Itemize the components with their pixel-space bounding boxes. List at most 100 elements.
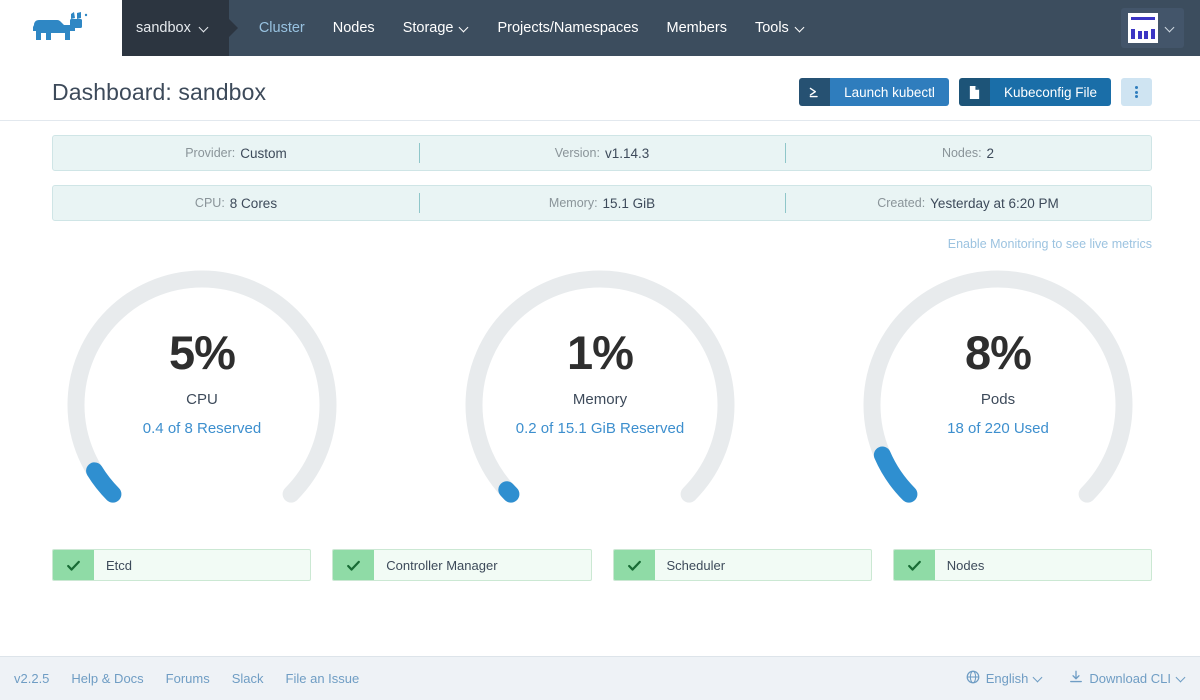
cluster-switcher-label: sandbox: [136, 20, 191, 36]
check-icon: [614, 550, 655, 580]
gauge-pods: 8% Pods 18 of 220 Used: [848, 257, 1148, 519]
download-icon: [1069, 670, 1083, 687]
info-key: Provider:: [185, 146, 235, 160]
gauge-cpu-readout: 5% CPU 0.4 of 8 Reserved: [52, 329, 352, 437]
info-value: Custom: [240, 146, 287, 161]
user-menu[interactable]: [1121, 8, 1184, 48]
gauge-cpu: 5% CPU 0.4 of 8 Reserved: [52, 257, 352, 519]
kubeconfig-file-button[interactable]: Kubeconfig File: [959, 78, 1111, 106]
gauge-label: CPU: [52, 391, 352, 408]
footer-link-file-an-issue[interactable]: File an Issue: [286, 671, 360, 686]
gauge-memory-readout: 1% Memory 0.2 of 15.1 GiB Reserved: [450, 329, 750, 437]
nav-item-label: Tools: [755, 20, 789, 36]
header-actions: Launch kubectl Kubeconfig File: [799, 78, 1152, 106]
footer: v2.2.5 Help & Docs Forums Slack File an …: [0, 656, 1200, 700]
page-header: Dashboard: sandbox Launch kubectl: [0, 56, 1200, 121]
launch-kubectl-label: Launch kubectl: [830, 78, 949, 106]
gauge-label: Pods: [848, 391, 1148, 408]
chevron-down-icon: [796, 24, 805, 33]
nav-item-cluster[interactable]: Cluster: [245, 0, 319, 56]
footer-right-controls: English Download CLI: [966, 670, 1186, 687]
info-value: v1.14.3: [605, 146, 649, 161]
user-avatar-identicon-icon: [1128, 13, 1158, 43]
launch-kubectl-button[interactable]: Launch kubectl: [799, 78, 949, 106]
info-key: Created:: [877, 196, 925, 210]
resource-gauges: 5% CPU 0.4 of 8 Reserved 1% Memory 0.2 o…: [0, 251, 1200, 519]
top-navigation-bar: sandbox Cluster Nodes Storage Projects/N…: [0, 0, 1200, 56]
gauge-subtext: 0.2 of 15.1 GiB Reserved: [450, 420, 750, 437]
chevron-down-icon: [460, 24, 469, 33]
check-icon: [894, 550, 935, 580]
nav-item-label: Cluster: [259, 20, 305, 36]
info-value: 15.1 GiB: [603, 196, 656, 211]
info-key: Nodes:: [942, 146, 982, 160]
primary-nav-items: Cluster Nodes Storage Projects/Namespace…: [245, 0, 819, 56]
info-key: CPU:: [195, 196, 225, 210]
info-cell-nodes: Nodes: 2: [785, 136, 1151, 170]
chevron-down-icon: [200, 24, 209, 33]
component-name: Etcd: [94, 550, 132, 580]
check-icon: [53, 550, 94, 580]
nav-item-label: Members: [667, 20, 727, 36]
chevron-down-icon: [1177, 674, 1186, 683]
download-cli-label: Download CLI: [1089, 671, 1171, 686]
gauge-subtext: 0.4 of 8 Reserved: [52, 420, 352, 437]
nav-item-projects-namespaces[interactable]: Projects/Namespaces: [483, 0, 652, 56]
globe-icon: [966, 670, 980, 687]
vertical-ellipsis-icon[interactable]: [1121, 78, 1152, 106]
footer-left-links: v2.2.5 Help & Docs Forums Slack File an …: [14, 671, 359, 686]
component-name: Scheduler: [655, 550, 726, 580]
footer-link-forums[interactable]: Forums: [166, 671, 210, 686]
info-cell-provider: Provider: Custom: [53, 136, 419, 170]
footer-link-slack[interactable]: Slack: [232, 671, 264, 686]
chevron-down-icon: [1166, 24, 1175, 33]
gauge-percent: 5%: [52, 329, 352, 376]
check-icon: [333, 550, 374, 580]
info-cell-version: Version: v1.14.3: [419, 136, 785, 170]
cluster-info-row-2: CPU: 8 Cores Memory: 15.1 GiB Created: Y…: [52, 185, 1152, 221]
enable-monitoring-link[interactable]: Enable Monitoring to see live metrics: [948, 237, 1152, 251]
download-cli-link[interactable]: Download CLI: [1069, 670, 1186, 687]
info-cell-created: Created: Yesterday at 6:20 PM: [785, 186, 1151, 220]
info-cell-memory: Memory: 15.1 GiB: [419, 186, 785, 220]
info-value: Yesterday at 6:20 PM: [930, 196, 1059, 211]
nav-right-zone: [1121, 0, 1200, 56]
gauge-subtext: 18 of 220 Used: [848, 420, 1148, 437]
rancher-dashboard-page: sandbox Cluster Nodes Storage Projects/N…: [0, 0, 1200, 700]
gauge-percent: 8%: [848, 329, 1148, 376]
nav-item-nodes[interactable]: Nodes: [319, 0, 389, 56]
terminal-prompt-icon: [799, 78, 830, 106]
info-key: Version:: [555, 146, 600, 160]
cluster-switcher[interactable]: sandbox: [122, 0, 229, 56]
component-status-list: Etcd Controller Manager Scheduler: [0, 549, 1200, 581]
nav-item-label: Storage: [403, 20, 454, 36]
logo-zone: [0, 0, 122, 56]
component-name: Controller Manager: [374, 550, 497, 580]
component-status-controller-manager[interactable]: Controller Manager: [332, 549, 591, 581]
monitoring-row: Enable Monitoring to see live metrics: [0, 235, 1200, 251]
info-key: Memory:: [549, 196, 598, 210]
nav-item-tools[interactable]: Tools: [741, 0, 819, 56]
gauge-percent: 1%: [450, 329, 750, 376]
cluster-info-bars: Provider: Custom Version: v1.14.3 Nodes:…: [0, 121, 1200, 235]
info-value: 2: [987, 146, 995, 161]
nav-item-label: Projects/Namespaces: [497, 20, 638, 36]
file-document-icon: [959, 78, 990, 106]
kubeconfig-file-label: Kubeconfig File: [990, 78, 1111, 106]
info-cell-cpu: CPU: 8 Cores: [53, 186, 419, 220]
component-name: Nodes: [935, 550, 985, 580]
component-status-scheduler[interactable]: Scheduler: [613, 549, 872, 581]
language-selector[interactable]: English: [966, 670, 1044, 687]
chevron-down-icon: [1034, 674, 1043, 683]
component-status-etcd[interactable]: Etcd: [52, 549, 311, 581]
page-title: Dashboard: sandbox: [52, 79, 266, 106]
component-status-nodes[interactable]: Nodes: [893, 549, 1152, 581]
cluster-info-row-1: Provider: Custom Version: v1.14.3 Nodes:…: [52, 135, 1152, 171]
footer-link-help-docs[interactable]: Help & Docs: [71, 671, 143, 686]
nav-item-storage[interactable]: Storage: [389, 0, 484, 56]
nav-item-label: Nodes: [333, 20, 375, 36]
gauge-label: Memory: [450, 391, 750, 408]
gauge-memory: 1% Memory 0.2 of 15.1 GiB Reserved: [450, 257, 750, 519]
rancher-cow-logo-icon[interactable]: [30, 11, 92, 45]
nav-item-members[interactable]: Members: [653, 0, 741, 56]
